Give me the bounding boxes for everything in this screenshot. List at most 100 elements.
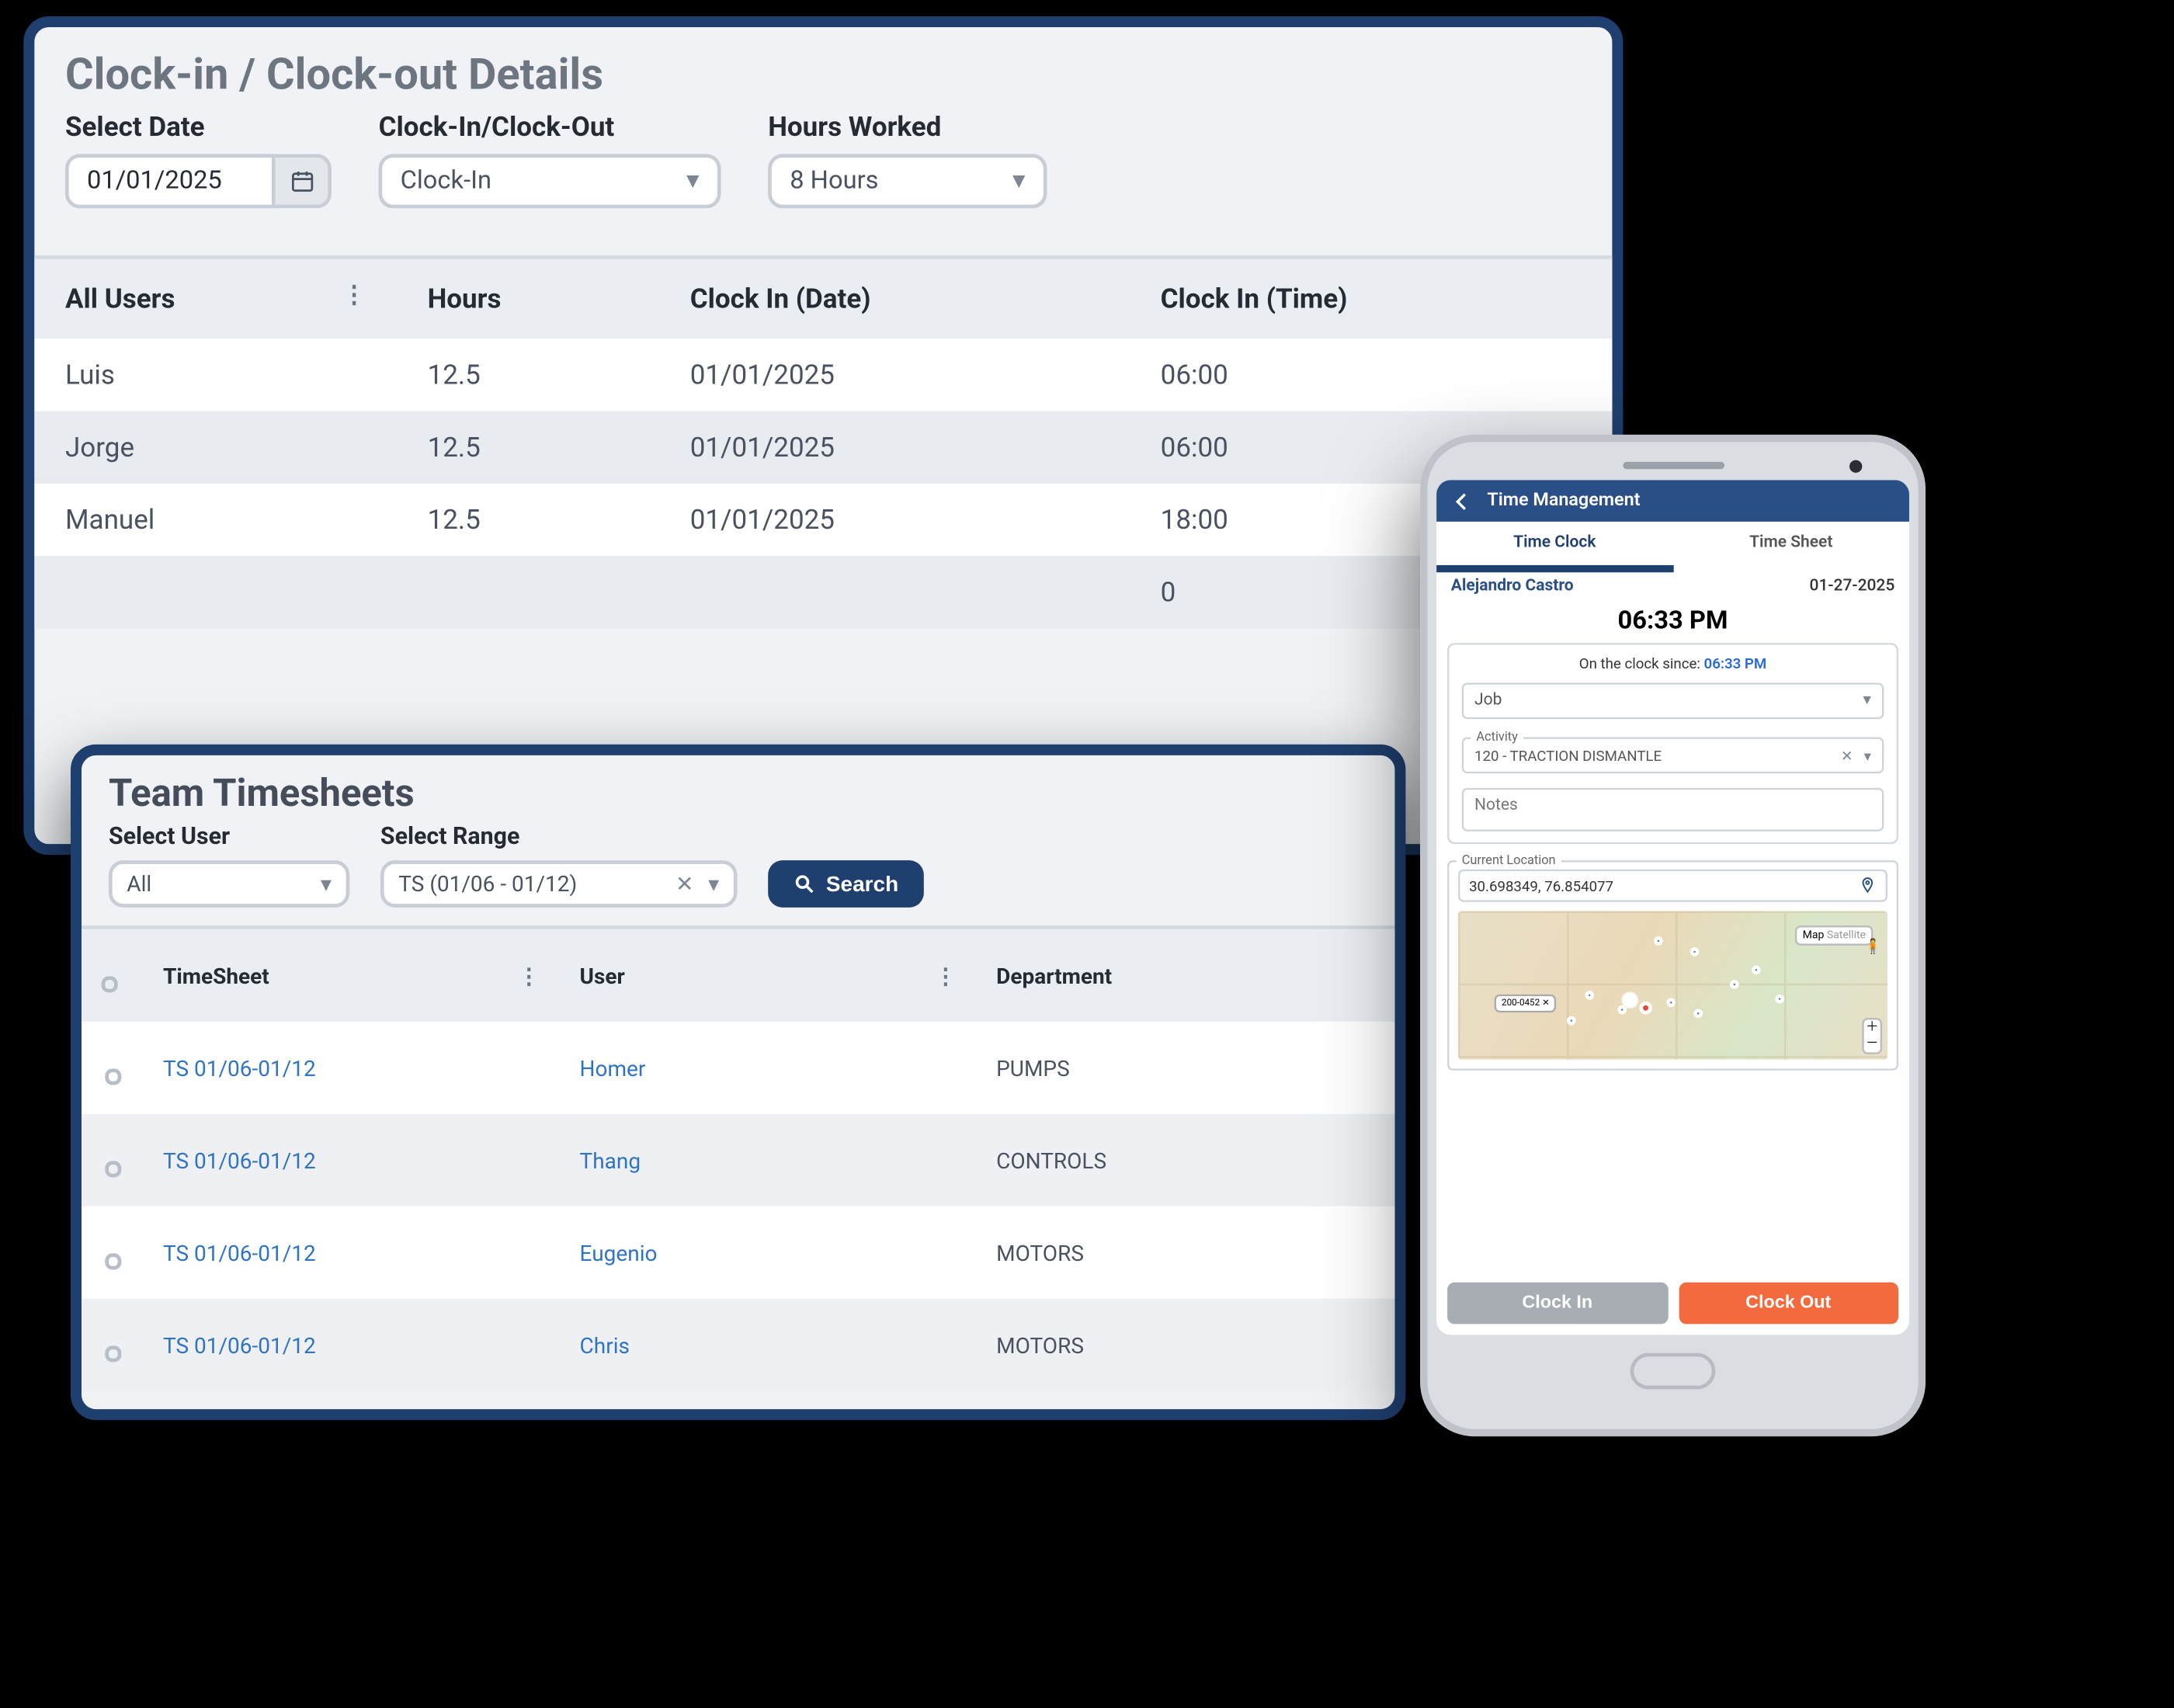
- clock-card: On the clock since: 06:33 PM Job ▾ Activ…: [1447, 643, 1898, 844]
- kebab-icon[interactable]: ⋮: [342, 283, 366, 310]
- col-user: User: [580, 963, 625, 988]
- chevron-down-icon: ▾: [321, 871, 332, 897]
- job-select[interactable]: Job ▾: [1462, 683, 1884, 720]
- user-link[interactable]: Thang: [580, 1147, 641, 1173]
- phone-device: Time Management Time Clock Time Sheet Al…: [1420, 435, 1926, 1436]
- select-range[interactable]: TS (01/06 - 01/12) ✕ ▾: [380, 860, 738, 908]
- activity-select[interactable]: Activity 120 - TRACTION DISMANTLE ✕ ▾: [1462, 738, 1884, 774]
- cell-hours: [397, 556, 659, 628]
- current-date: 01-27-2025: [1810, 578, 1895, 595]
- kebab-icon[interactable]: ⋮: [518, 963, 540, 988]
- clockinout-label: Clock-In/Clock-Out: [379, 110, 721, 143]
- row-checkbox[interactable]: [104, 1068, 120, 1085]
- phone-camera: [1849, 459, 1862, 471]
- map-pin: [1617, 1005, 1627, 1015]
- calendar-button[interactable]: [276, 154, 332, 208]
- chevron-down-icon: ▾: [1864, 747, 1871, 763]
- cell-date: 01/01/2025: [659, 484, 1130, 556]
- hours-worked-select[interactable]: 8 Hours ▾: [768, 154, 1047, 208]
- select-user-label: Select User: [109, 824, 349, 852]
- chevron-down-icon: ▾: [708, 871, 719, 897]
- app-header: Time Management: [1436, 480, 1909, 522]
- select-date-label: Select Date: [65, 110, 332, 143]
- map-pin: [1567, 1016, 1576, 1026]
- map-pin: [1585, 991, 1594, 1000]
- table-row[interactable]: TS 01/06-01/12 Chris MOTORS: [82, 1299, 1394, 1391]
- map-pin: [1690, 947, 1700, 956]
- timesheet-link[interactable]: TS 01/06-01/12: [163, 1147, 316, 1173]
- user-link[interactable]: Chris: [580, 1332, 630, 1358]
- cell-department: MOTORS: [976, 1206, 1394, 1299]
- clock-in-button[interactable]: Clock In: [1447, 1283, 1667, 1324]
- chevron-down-icon: ▾: [686, 167, 699, 196]
- activity-label: Activity: [1471, 730, 1523, 745]
- table-row[interactable]: TS 01/06-01/12 Thang CONTROLS: [82, 1114, 1394, 1206]
- current-time: 06:33 PM: [1436, 602, 1909, 638]
- col-clockin-date: Clock In (Date): [690, 283, 871, 315]
- timesheet-link[interactable]: TS 01/06-01/12: [163, 1240, 316, 1265]
- location-map[interactable]: Map Satellite 🧍 ＋－ 200-0452 ✕: [1458, 911, 1887, 1059]
- clock-panel-title: Clock-in / Clock-out Details: [34, 27, 1612, 110]
- cell-department: MOTORS: [976, 1299, 1394, 1391]
- phone-speaker: [1622, 462, 1724, 469]
- table-row[interactable]: Jorge12.501/01/202506:00: [34, 411, 1612, 484]
- table-row[interactable]: TS 01/06-01/12 Eugenio MOTORS: [82, 1206, 1394, 1299]
- row-checkbox[interactable]: [104, 1161, 120, 1177]
- row-checkbox[interactable]: [104, 1253, 120, 1269]
- user-link[interactable]: Homer: [580, 1055, 646, 1081]
- kebab-icon[interactable]: ⋮: [935, 963, 957, 988]
- table-row[interactable]: Manuel12.501/01/202518:00: [34, 484, 1612, 556]
- col-all-users[interactable]: All Users: [65, 283, 175, 315]
- timesheet-link[interactable]: TS 01/06-01/12: [163, 1332, 316, 1358]
- map-pin: [1654, 936, 1663, 946]
- location-input[interactable]: 30.698349, 76.854077: [1458, 870, 1887, 902]
- tab-time-clock[interactable]: Time Clock: [1436, 522, 1672, 572]
- col-timesheet: TimeSheet: [163, 963, 269, 988]
- back-icon[interactable]: [1449, 488, 1474, 514]
- map-pin: [1775, 995, 1784, 1004]
- team-timesheets-panel: Team Timesheets Select User All ▾ Select…: [71, 745, 1405, 1420]
- location-pin-icon[interactable]: [1859, 877, 1877, 894]
- map-type-toggle[interactable]: Map Satellite: [1795, 925, 1873, 946]
- cell-hours: 12.5: [397, 411, 659, 484]
- table-row[interactable]: 0: [34, 556, 1612, 628]
- col-department: Department: [996, 963, 1112, 988]
- clear-icon[interactable]: ✕: [675, 871, 693, 897]
- cell-time: 06:00: [1130, 338, 1612, 411]
- clear-icon[interactable]: ✕: [1841, 747, 1853, 763]
- since-time: 06:33 PM: [1704, 656, 1767, 672]
- location-card: Current Location 30.698349, 76.854077 Ma…: [1447, 860, 1898, 1071]
- phone-screen: Time Management Time Clock Time Sheet Al…: [1436, 480, 1909, 1335]
- col-clockin-time: Clock In (Time): [1161, 283, 1348, 315]
- search-button[interactable]: Search: [768, 860, 924, 908]
- clock-details-table: All Users⋮ Hours Clock In (Date) Clock I…: [34, 255, 1612, 629]
- calendar-icon: [289, 168, 314, 194]
- select-all-checkbox[interactable]: [102, 976, 118, 992]
- select-range-label: Select Range: [380, 824, 738, 852]
- table-row[interactable]: TS 01/06-01/12HomerPUMPS: [82, 1022, 1394, 1114]
- zoom-controls[interactable]: ＋－: [1862, 1018, 1882, 1054]
- tab-time-sheet[interactable]: Time Sheet: [1673, 522, 1909, 572]
- clock-out-button[interactable]: Clock Out: [1679, 1283, 1898, 1324]
- map-pin: [1752, 965, 1761, 974]
- map-popup[interactable]: 200-0452 ✕: [1495, 995, 1557, 1012]
- location-label: Current Location: [1457, 853, 1561, 868]
- search-icon: [794, 873, 815, 895]
- notes-input[interactable]: Notes: [1462, 788, 1884, 831]
- clockinout-select[interactable]: Clock-In ▾: [379, 154, 721, 208]
- cell-department: CONTROLS: [976, 1114, 1394, 1206]
- cell-user: [34, 556, 397, 628]
- timesheet-link[interactable]: TS 01/06-01/12: [163, 1055, 316, 1081]
- map-pin: [1730, 980, 1739, 989]
- hours-worked-label: Hours Worked: [768, 110, 1047, 143]
- user-link[interactable]: Eugenio: [580, 1240, 658, 1265]
- select-user[interactable]: All ▾: [109, 860, 349, 908]
- chevron-down-icon: ▾: [1863, 692, 1871, 710]
- row-checkbox[interactable]: [104, 1345, 120, 1362]
- phone-home-button[interactable]: [1630, 1353, 1716, 1390]
- pegman-icon[interactable]: 🧍: [1864, 938, 1882, 954]
- date-input[interactable]: 01/01/2025: [65, 154, 276, 208]
- cell-date: [659, 556, 1130, 628]
- table-row[interactable]: Luis12.501/01/202506:00: [34, 338, 1612, 411]
- app-title: Time Management: [1487, 491, 1640, 511]
